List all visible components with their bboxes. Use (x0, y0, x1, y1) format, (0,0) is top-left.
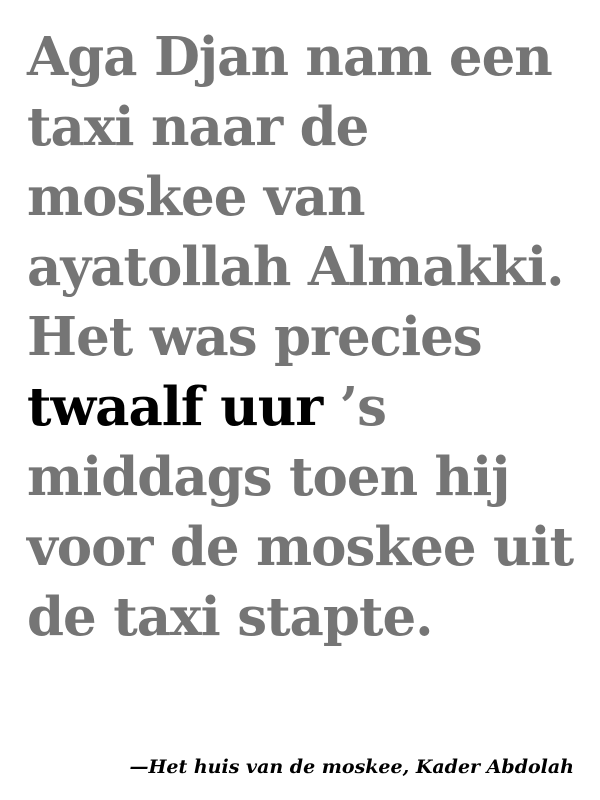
quote-line-7: middags toen hij (27, 446, 510, 508)
highlighted-time: twaalf uur (27, 376, 323, 438)
quote-line-6: twaalf uur ’s (27, 372, 597, 442)
attribution: —Het huis van de moskee, Kader Abdolah (129, 756, 574, 778)
quote-line-4: ayatollah Almakki. (27, 236, 565, 298)
quote-line-6-tail: ’s (322, 376, 387, 438)
quote-line-9: de taxi stapte. (27, 586, 434, 648)
quote-line-5: Het was precies (27, 306, 483, 368)
quote-text: Aga Djan nam een taxi naar de moskee van… (27, 22, 597, 652)
quote-line-1: Aga Djan nam een (27, 26, 553, 88)
quote-line-8: voor de moskee uit (27, 516, 574, 578)
quote-line-2: taxi naar de (27, 96, 369, 158)
quote-line-3: moskee van (27, 166, 366, 228)
